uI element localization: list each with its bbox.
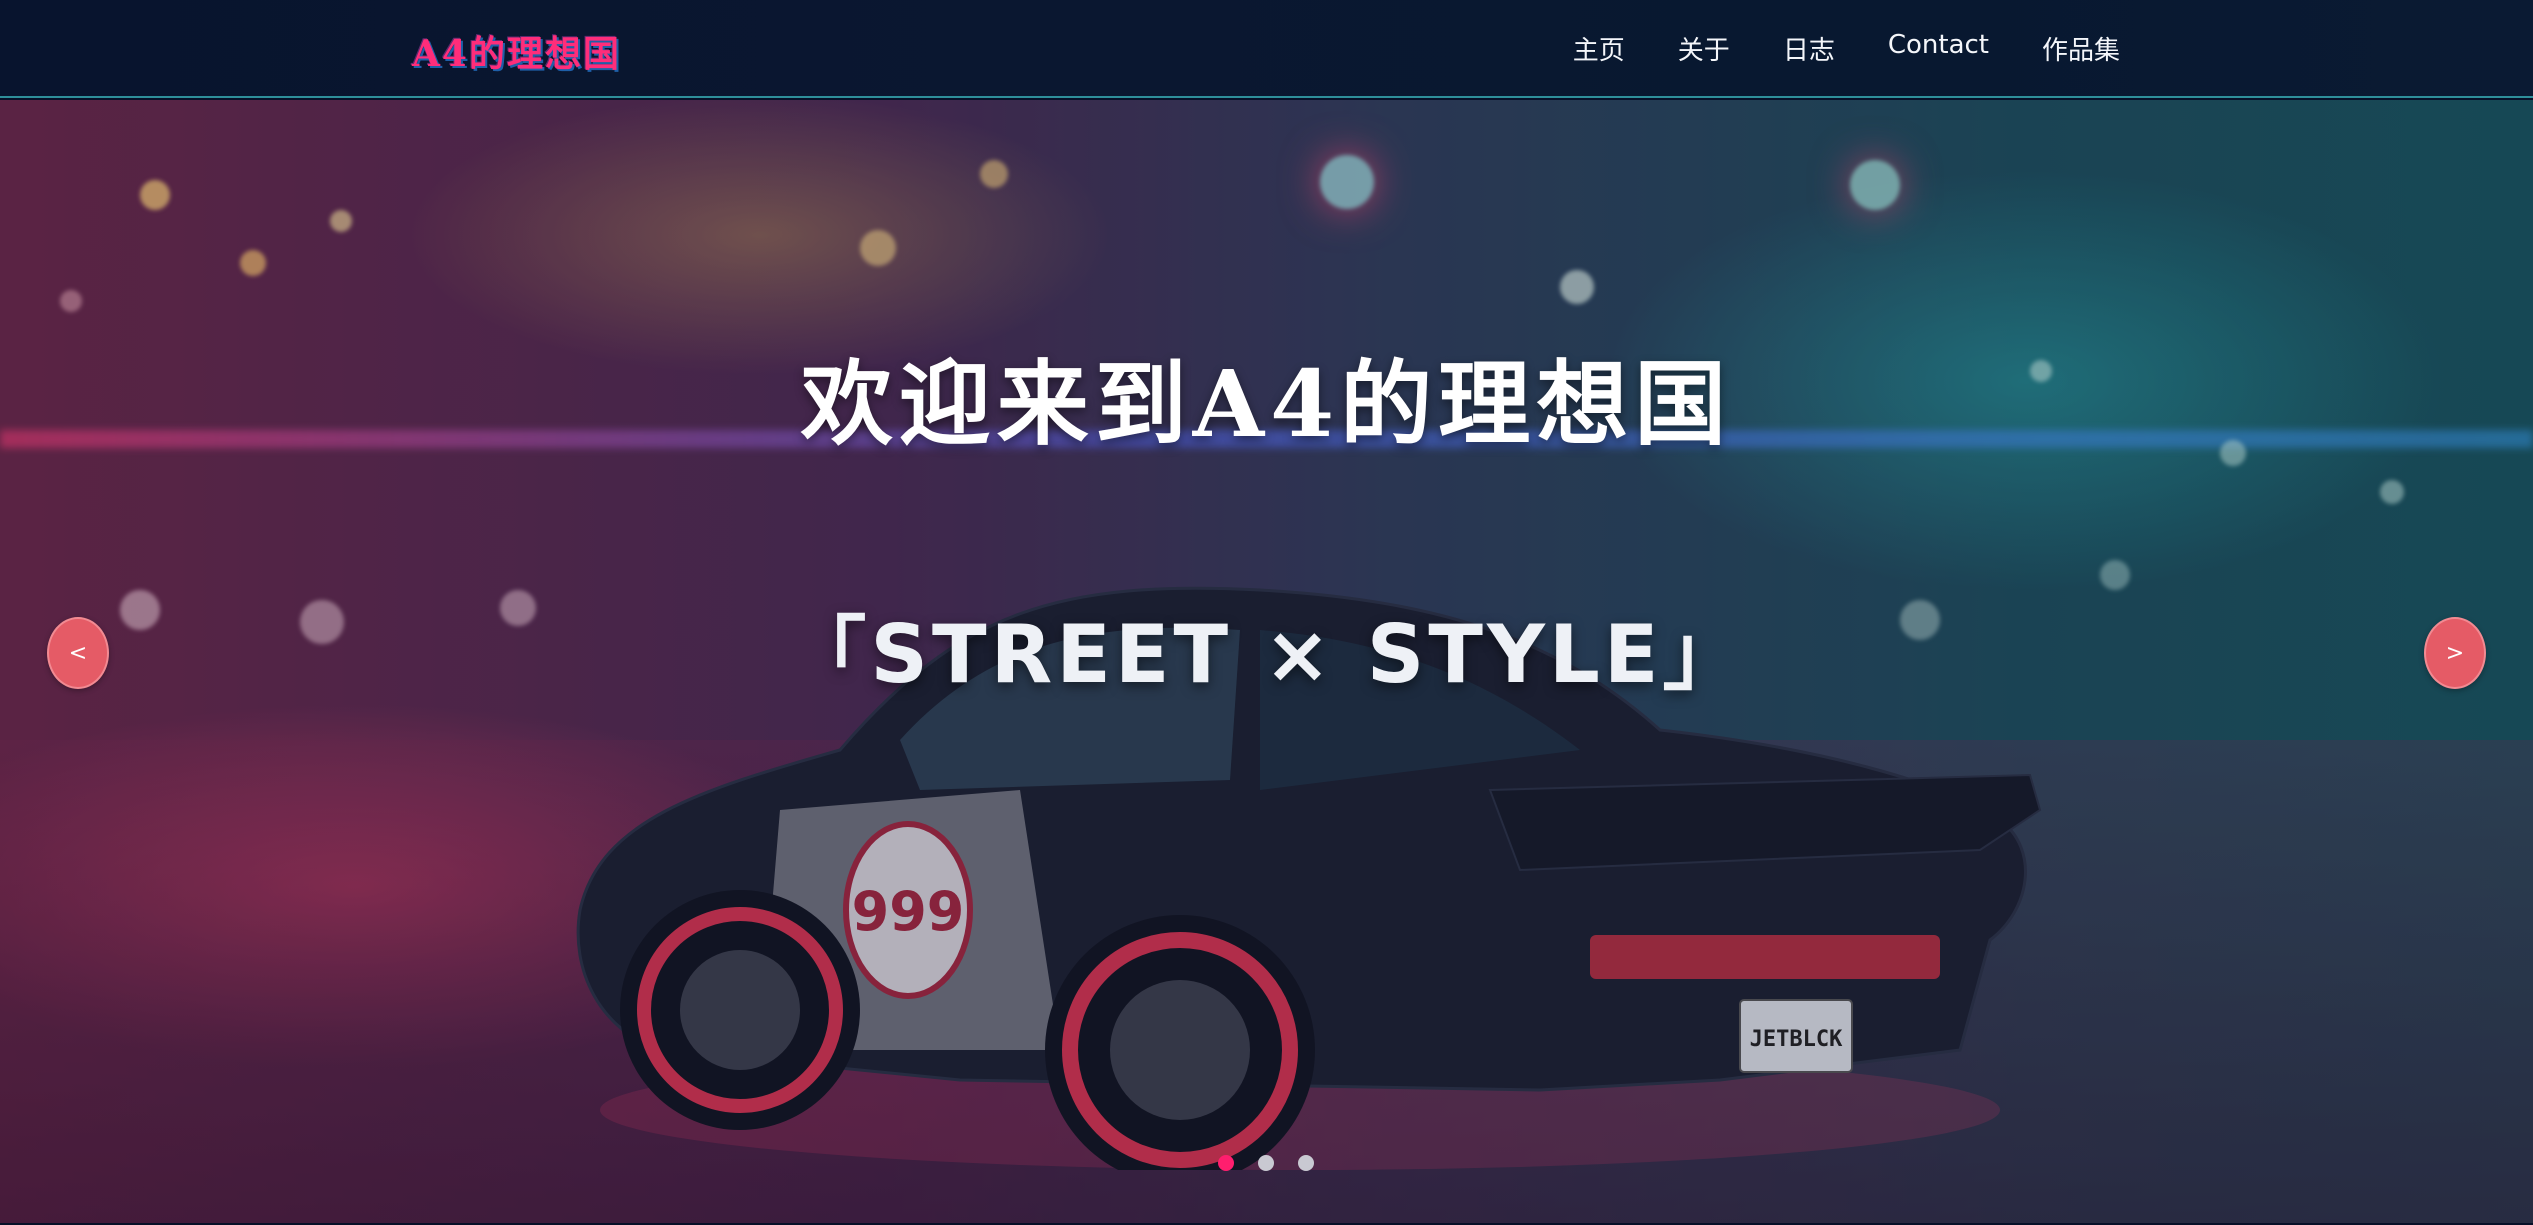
carousel-indicators <box>1218 1155 1314 1171</box>
navbar: A4的理想国 主页 关于 日志 Contact 作品集 <box>0 0 2533 98</box>
nav-link-blog[interactable]: 日志 <box>1783 30 1835 67</box>
nav-link-about[interactable]: 关于 <box>1678 30 1730 67</box>
nav-link-home[interactable]: 主页 <box>1573 30 1625 67</box>
nav-link-contact[interactable]: Contact <box>1888 30 1989 67</box>
nav-menu: 主页 关于 日志 Contact 作品集 <box>1573 30 2120 67</box>
carousel-dot-1[interactable] <box>1218 1155 1234 1171</box>
page: A4的理想国 主页 关于 日志 Contact 作品集 999 JETBLCK … <box>0 0 2533 1225</box>
chevron-left-icon: < <box>68 640 88 666</box>
carousel-next-button[interactable]: > <box>2424 617 2486 689</box>
site-logo[interactable]: A4的理想国 <box>412 25 621 77</box>
chevron-right-icon: > <box>2445 640 2465 666</box>
carousel-prev-button[interactable]: < <box>47 617 109 689</box>
nav-link-portfolio[interactable]: 作品集 <box>2042 30 2120 67</box>
hero-title: 欢迎来到A4的理想国 <box>800 350 1733 458</box>
hero-subtitle: 「STREET × STYLE」 <box>786 608 1747 701</box>
carousel-dot-2[interactable] <box>1258 1155 1274 1171</box>
hero-carousel: 999 JETBLCK 欢迎来到A4的理想国 「STREET × STYLE」 … <box>0 100 2533 1223</box>
carousel-dot-3[interactable] <box>1298 1155 1314 1171</box>
